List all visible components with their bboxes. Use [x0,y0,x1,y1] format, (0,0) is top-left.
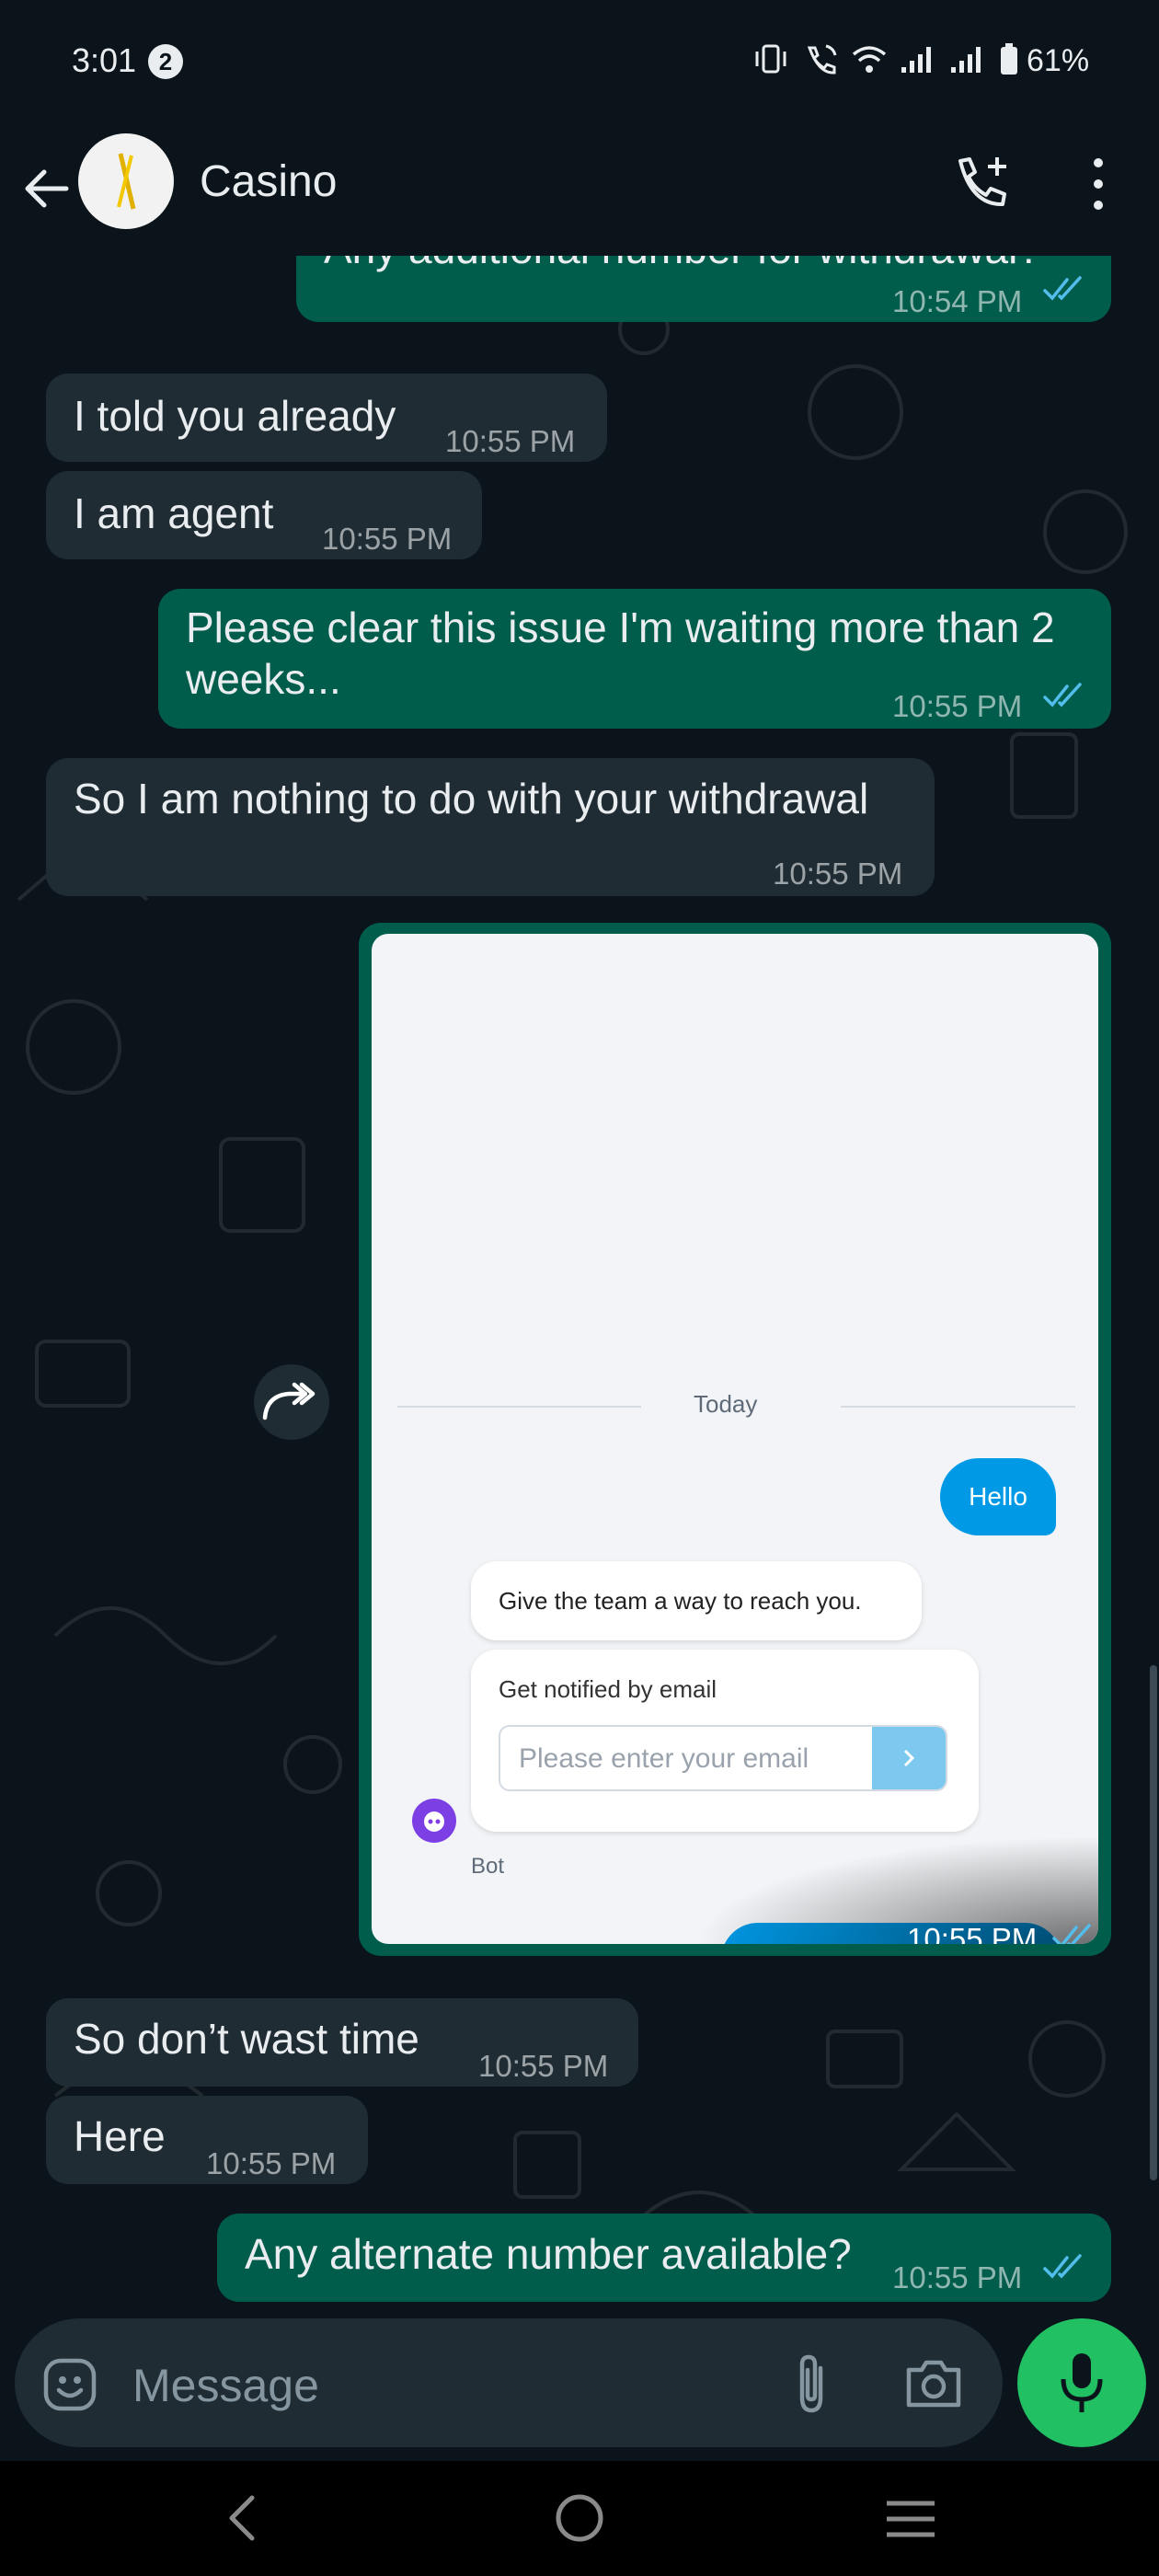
message-text: So I am nothing to do with your withdraw… [74,775,869,822]
read-receipt-icon [1052,1924,1091,1944]
battery-icon [1001,43,1017,75]
hello-bubble: Hello [940,1458,1056,1535]
message-time: 10:54 PM [892,284,1023,318]
divider-line [397,1406,641,1408]
email-card: Get notified by email Please enter your … [471,1650,979,1832]
status-bar: 3:01 2 61% [0,0,1159,124]
message-text: I told you already [74,392,396,440]
message-incoming[interactable]: Here 10:55 PM [46,2096,368,2184]
message-text: Any additional number for withdrawal? [324,256,1041,274]
nav-recents-icon[interactable] [883,2498,938,2540]
mic-icon [1061,2353,1103,2412]
voice-record-button[interactable] [1017,2318,1146,2447]
system-navigation-bar [0,2461,1159,2576]
message-list[interactable]: Any additional number for withdrawal? 10… [0,256,1159,2317]
message-outgoing[interactable]: Any alternate number available? 10:55 PM [217,2214,1111,2302]
bot-avatar [412,1799,456,1843]
status-time: 3:01 [72,41,137,79]
message-incoming[interactable]: I told you already 10:55 PM [46,374,607,462]
image-gradient [694,1835,1098,1944]
nav-back-icon[interactable] [221,2490,267,2546]
add-call-icon[interactable] [953,152,1014,213]
email-placeholder: Please enter your email [519,1743,809,1774]
wifi-icon [852,46,887,73]
signal-icon-2 [951,47,981,73]
email-card-title: Get notified by email [499,1675,717,1703]
message-text: I am agent [74,489,274,537]
message-time: 10:55 PM [478,2049,609,2083]
casino-logo-icon [117,153,136,210]
arrow-left-icon[interactable] [18,161,74,216]
message-time: 10:55 PM [322,522,453,556]
chat-header: Casino [0,124,1159,262]
wifi-call-icon [807,44,837,75]
divider-line [841,1406,1075,1408]
contact-avatar[interactable] [78,133,174,229]
camera-icon[interactable] [903,2353,964,2414]
email-field: Please enter your email [499,1725,947,1791]
emoji-icon[interactable] [40,2355,99,2414]
scrollbar-thumb[interactable] [1150,1665,1157,2180]
message-incoming[interactable]: I am agent 10:55 PM [46,471,482,559]
message-input[interactable]: Message [132,2359,319,2412]
paperclip-icon[interactable] [784,2352,839,2416]
message-text: Here [74,2112,166,2160]
message-text: So don’t wast time [74,2015,419,2063]
bot-icon [424,1811,444,1832]
message-incoming[interactable]: So don’t wast time 10:55 PM [46,1998,638,2087]
signal-icon [901,47,931,73]
reach-prompt-card: Give the team a way to reach you. [471,1561,922,1640]
shared-screenshot[interactable]: Today Hello Give the team a way to reach… [372,934,1098,1944]
email-submit-button [872,1727,946,1789]
message-outgoing[interactable]: Any additional number for withdrawal? 10… [296,256,1111,322]
nav-home-icon[interactable] [554,2492,605,2544]
date-divider: Today [694,1390,758,1418]
message-text: Any alternate number available? [245,2230,852,2278]
forward-button[interactable] [254,1364,329,1440]
contact-name[interactable]: Casino [200,156,337,207]
message-time: 10:55 PM [892,689,1023,723]
message-time: 10:55 PM [892,2260,1023,2294]
message-time: 10:55 PM [907,1922,1038,1944]
notification-count-badge: 2 [148,44,183,79]
battery-percent: 61% [1027,43,1090,78]
read-receipt-icon [1043,2254,1082,2279]
forward-icon [262,1382,316,1420]
message-outgoing-image[interactable]: Today Hello Give the team a way to reach… [359,923,1111,1956]
chevron-right-icon [903,1749,915,1767]
message-incoming[interactable]: So I am nothing to do with your withdraw… [46,758,935,896]
bot-label: Bot [471,1854,505,1879]
message-time: 10:55 PM [206,2146,337,2180]
more-vert-icon[interactable] [1082,154,1115,214]
vibrate-icon [755,44,786,74]
read-receipt-icon [1043,276,1082,301]
message-outgoing[interactable]: Please clear this issue I'm waiting more… [158,589,1111,729]
status-icons [752,40,1019,77]
read-receipt-icon [1043,683,1082,707]
message-composer: Message [15,2318,1003,2447]
message-time: 10:55 PM [773,857,903,891]
message-time: 10:55 PM [445,424,576,458]
